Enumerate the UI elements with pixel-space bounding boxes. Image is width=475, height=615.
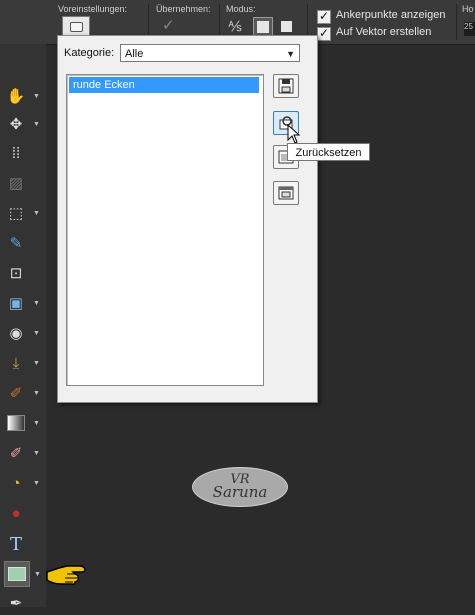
mode-label: Modus:: [226, 4, 256, 14]
right-option-label: Ho: [462, 4, 474, 14]
separator: [456, 4, 457, 40]
right-option-field[interactable]: 25: [464, 22, 475, 36]
save-preset-button[interactable]: [273, 74, 299, 98]
dropper-tool-icon[interactable]: ✎: [4, 231, 28, 255]
eraser-tool-icon[interactable]: ✐ ▼: [4, 441, 40, 465]
resource-manager-button[interactable]: [273, 181, 299, 205]
preset-list[interactable]: runde Ecken: [66, 74, 264, 386]
apply-check-icon[interactable]: [162, 19, 176, 33]
create-on-vector-checkbox[interactable]: [317, 26, 331, 41]
preset-dropdown-panel: Kategorie: Alle ▼ runde Ecken: [57, 35, 318, 403]
fill-tool-icon[interactable]: ◔ ▼: [4, 471, 39, 495]
watermark-line2: Saruna: [212, 483, 268, 501]
folder-icon: [278, 186, 294, 200]
paint-brush-tool-icon[interactable]: ✐ ▼: [4, 381, 40, 405]
category-select[interactable]: Alle ▼: [120, 44, 300, 62]
mode-draw-icon[interactable]: ⅍: [226, 17, 244, 35]
mode-outline-button[interactable]: [277, 17, 295, 35]
selection-tool-icon[interactable]: ⁞⁞: [4, 141, 28, 165]
category-label: Kategorie:: [64, 47, 115, 59]
tools-toolbar: ✋ ▼ ✥ ▼ ⁞⁞ ▨ ⬚ ▼ ✎ ⊡ ▣ ▼ ◉ ▼ ⤓ ▼ ✐ ▼ ▼ ✐ ▼ ◔ ▼ ● …: [0, 44, 46, 612]
pointing-hand-icon: [46, 565, 86, 585]
category-value: Alle: [125, 48, 144, 60]
deform-tool-icon[interactable]: ▨: [4, 171, 28, 195]
apply-label: Übernehmen:: [156, 4, 211, 14]
red-eye-tool-icon[interactable]: ◉ ▼: [4, 321, 39, 345]
signature-watermark: VR Saruna: [192, 467, 288, 507]
list-item[interactable]: runde Ecken: [69, 77, 259, 93]
pan-tool-icon[interactable]: ✋ ▼: [4, 84, 40, 108]
save-icon: [278, 78, 294, 94]
rectangle-select-icon[interactable]: ⬚ ▼: [4, 201, 40, 225]
shape-tool-icon[interactable]: ▼: [4, 561, 41, 587]
retouch-tool-icon[interactable]: ⤓ ▼: [4, 351, 40, 375]
chevron-down-icon: ▼: [286, 49, 295, 59]
mode-fill-button[interactable]: [253, 17, 273, 37]
color-changer-tool-icon[interactable]: ●: [4, 501, 28, 525]
reset-tooltip: Zurücksetzen: [287, 143, 370, 161]
text-tool-icon[interactable]: T: [4, 532, 28, 556]
crop-tool-icon[interactable]: ⊡: [4, 261, 28, 285]
pen-tool-icon[interactable]: ✒: [4, 591, 28, 615]
show-anchors-label: Ankerpunkte anzeigen: [336, 9, 446, 21]
straighten-tool-icon[interactable]: ▣ ▼: [4, 291, 40, 315]
show-anchors-checkbox[interactable]: [317, 9, 331, 24]
presets-label: Voreinstellungen:: [58, 4, 128, 14]
create-on-vector-label: Auf Vektor erstellen: [336, 26, 432, 38]
gradient-tool-icon[interactable]: ▼: [4, 411, 40, 435]
mouse-pointer-icon: [287, 124, 301, 144]
move-tool-icon[interactable]: ✥ ▼: [4, 112, 40, 136]
